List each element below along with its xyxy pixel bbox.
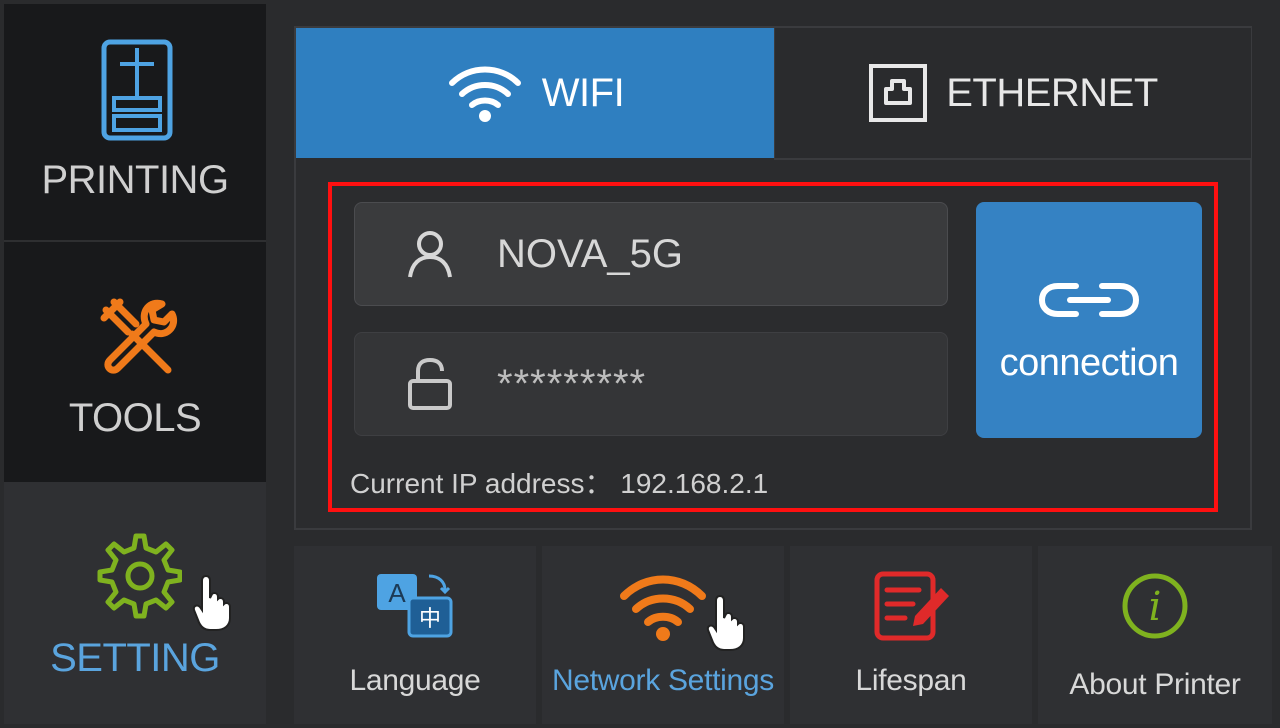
menu-item-label: About Printer — [1069, 668, 1241, 701]
sidebar-item-setting[interactable]: SETTING — [4, 482, 266, 724]
wifi-icon — [446, 63, 524, 123]
current-ip-address: Current IP address： 192.168.2.1 — [350, 468, 769, 499]
sidebar-item-label: PRINTING — [41, 158, 229, 202]
menu-item-about-printer[interactable]: i About Printer — [1038, 546, 1272, 724]
menu-item-network-settings[interactable]: Network Settings — [542, 546, 784, 724]
printer-icon — [100, 38, 174, 147]
sidebar: PRINTING TOOLS SETTING — [4, 4, 266, 724]
menu-item-label: Language — [349, 664, 481, 697]
printer-settings-screen: PRINTING TOOLS SETTING WIFI ETHERNET NOV… — [0, 0, 1280, 728]
tools-icon — [92, 290, 184, 387]
sidebar-item-tools[interactable]: TOOLS — [4, 242, 266, 482]
menu-item-language[interactable]: A 中 Language — [294, 546, 536, 724]
sidebar-item-label: SETTING — [50, 636, 220, 680]
hand-cursor-icon — [192, 572, 236, 637]
tab-label: ETHERNET — [946, 70, 1158, 115]
connection-button-label: connection — [999, 342, 1179, 384]
info-icon: i — [1038, 570, 1272, 642]
password-value: ********* — [497, 361, 647, 406]
ethernet-port-icon — [868, 63, 928, 123]
link-icon — [1036, 280, 1142, 325]
svg-text:中: 中 — [419, 607, 441, 632]
sidebar-item-label: TOOLS — [68, 396, 202, 440]
gear-icon — [90, 530, 183, 627]
ssid-value: NOVA_5G — [497, 231, 683, 276]
password-field[interactable]: ********* — [354, 332, 948, 436]
wifi-form-highlight: NOVA_5G ********* connection Current IP … — [328, 182, 1218, 512]
ssid-field[interactable]: NOVA_5G — [354, 202, 948, 306]
connection-button[interactable]: connection — [976, 202, 1202, 438]
lock-icon — [407, 357, 483, 411]
svg-text:A: A — [388, 578, 406, 608]
tab-divider — [774, 158, 1250, 160]
sidebar-item-printing[interactable]: PRINTING — [4, 4, 266, 242]
tab-wifi[interactable]: WIFI — [296, 28, 774, 158]
user-icon — [407, 229, 483, 279]
tab-ethernet[interactable]: ETHERNET — [774, 28, 1251, 158]
tab-label: WIFI — [541, 70, 625, 115]
menu-item-label: Lifespan — [855, 664, 967, 697]
language-icon: A 中 — [294, 570, 536, 640]
hand-cursor-icon — [706, 592, 750, 657]
document-edit-icon — [790, 570, 1032, 644]
settings-bottom-menu: A 中 Language Network Settings Lifespan i… — [294, 546, 1276, 724]
svg-text:i: i — [1149, 584, 1162, 630]
menu-item-label: Network Settings — [552, 664, 774, 697]
network-panel: WIFI ETHERNET NOVA_5G ********* connecti… — [294, 26, 1252, 530]
menu-item-lifespan[interactable]: Lifespan — [790, 546, 1032, 724]
